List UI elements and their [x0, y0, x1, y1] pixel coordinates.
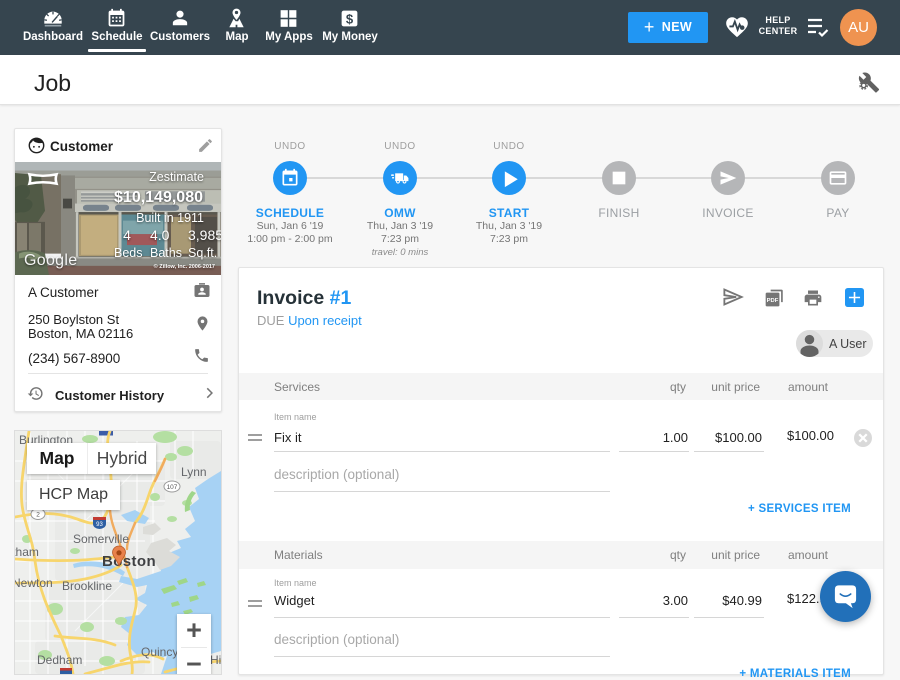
- svg-text:Brookline: Brookline: [62, 579, 112, 593]
- svg-text:$: $: [346, 11, 354, 26]
- svg-text:PDF: PDF: [767, 298, 779, 304]
- svg-text:107: 107: [167, 484, 178, 491]
- svg-text:Dedham: Dedham: [37, 653, 82, 667]
- svg-text:Newton: Newton: [15, 576, 53, 590]
- svg-text:Waltham: Waltham: [15, 545, 39, 559]
- svg-text:Quincy: Quincy: [141, 645, 178, 659]
- svg-text:Lynn: Lynn: [181, 465, 207, 479]
- svg-text:2: 2: [36, 512, 40, 519]
- svg-text:Hingham: Hingham: [210, 653, 221, 667]
- svg-text:Boston: Boston: [102, 553, 156, 570]
- svg-text:Somerville: Somerville: [73, 532, 129, 546]
- svg-text:93: 93: [96, 522, 103, 528]
